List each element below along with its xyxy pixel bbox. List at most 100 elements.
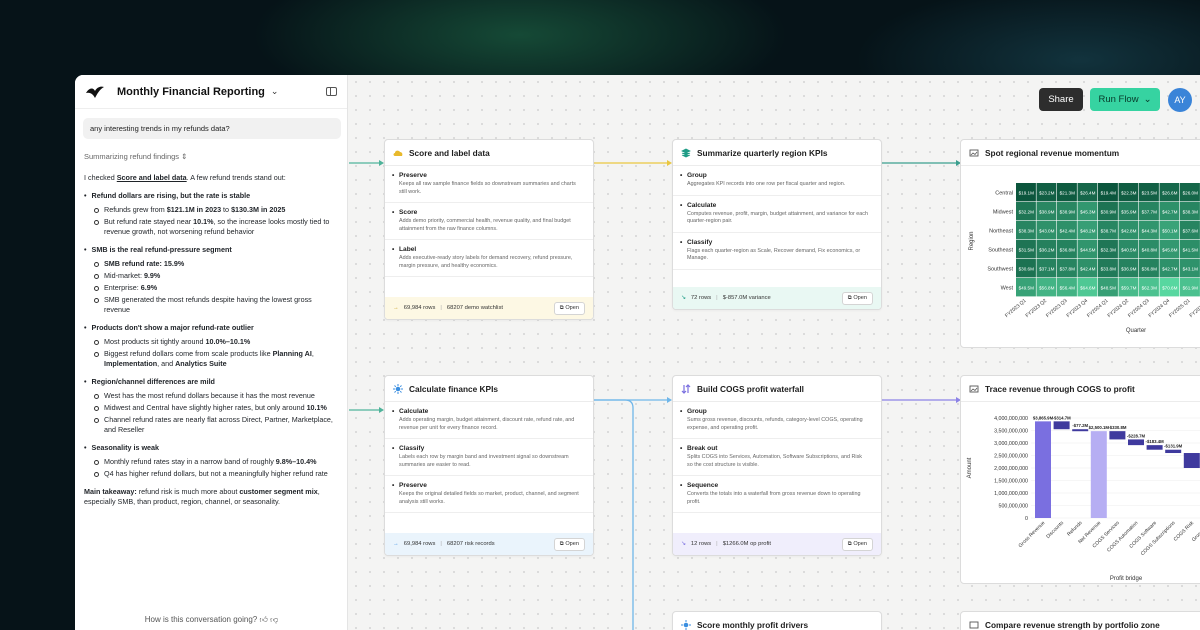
node-build-cogs-waterfall[interactable]: Build COGS profit waterfall GroupSums gr… (672, 375, 882, 556)
y-tick-label: 3,000,000,000 (994, 441, 1028, 447)
open-icon: ⧉ (559, 304, 564, 311)
y-tick-label: 2,500,000,000 (994, 454, 1028, 460)
heatmap-cell-label: $42.4M (1060, 229, 1075, 234)
heatmap-cell-label: $42.4M (1080, 267, 1095, 272)
heatmap-col-label: FY2024 Q2 (1107, 298, 1131, 319)
x-tick-label: Gross Revenue (1018, 520, 1047, 549)
y-tick-label: 1,500,000,000 (994, 479, 1028, 485)
node-step: GroupAggregates KPI records into one row… (673, 166, 881, 196)
heatmap-cell-label: $48.2M (1080, 229, 1095, 234)
heatmap-col-label: FY2023 Q2 (1025, 298, 1049, 319)
node-step: LabelAdds executive-ready story labels f… (385, 240, 593, 277)
heatmap-cell-label: $35.9M (1121, 210, 1136, 215)
chart-heatmap-node[interactable]: Spot regional revenue momentum Central $1… (960, 139, 1200, 348)
chart-header: Compare revenue strength by portfolio zo… (961, 612, 1200, 630)
heatmap-cell-label: $38.7M (1101, 229, 1116, 234)
node-step: ClassifyFlags each quarter-region as Sca… (673, 233, 881, 270)
waterfall-value-label: -$314.7M (1053, 415, 1072, 420)
y-axis-title: Region (969, 231, 975, 250)
heatmap-cell-label: $37.8M (1060, 267, 1075, 272)
x-axis-title: Profit bridge (1110, 576, 1143, 582)
heatmap-col-label: FY2023 Q1 (1004, 298, 1028, 319)
heatmap-cell-label: $37.1M (1039, 267, 1054, 272)
heatmap-row-label: West (1001, 286, 1014, 292)
y-tick-label: 1,000,000,000 (994, 491, 1028, 497)
heatmap-cell-label: $41.5M (1183, 248, 1198, 253)
chart-header: Trace revenue through COGS to profit (961, 376, 1200, 402)
heatmap-cell-label: $22.3M (1121, 191, 1136, 196)
heatmap-cell-label: $40.5M (1121, 248, 1136, 253)
heatmap-col-label: FY2025 Q2 (1189, 298, 1200, 319)
heatmap-cell-label: $36.8M (1060, 248, 1075, 253)
heatmap-cell-label: $48.5M (1101, 286, 1116, 291)
heatmap-cell-label: $38.9M (1060, 210, 1075, 215)
open-button[interactable]: ⧉ Open (841, 537, 873, 551)
heatmap-cell-label: $59.7M (1121, 286, 1136, 291)
y-axis-title: Amount (967, 457, 973, 478)
node-score-monthly-profit[interactable]: Score monthly profit drivers (672, 611, 882, 630)
chart-compare-node[interactable]: Compare revenue strength by portfolio zo… (960, 611, 1200, 630)
waterfall-value-label: -$330.8M (1108, 425, 1127, 430)
user-avatar[interactable]: AY (1168, 88, 1192, 112)
open-button[interactable]: ⧉ Open (553, 537, 585, 551)
waterfall-bar (1128, 439, 1144, 446)
heatmap-col-label: FY2024 Q3 (1127, 298, 1151, 319)
heatmap-cell-label: $50.1M (1162, 229, 1177, 234)
share-button[interactable]: Share (1039, 88, 1083, 111)
waterfall-value-label: -$228.7M (1127, 433, 1146, 438)
heatmap-cell-label: $26.0M (1183, 191, 1198, 196)
node-step: SequenceConverts the totals into a water… (673, 476, 881, 513)
y-tick-label: 0 (1025, 516, 1028, 522)
heatmap-cell-label: $43.0M (1039, 229, 1054, 234)
heatmap-cell-label: $44.3M (1142, 229, 1157, 234)
heatmap-chart: Central $19.1M $23.2M $21.3M $26.4M $19.4M $22… (969, 183, 1200, 334)
sparkle-icon (393, 383, 403, 394)
heatmap-cell-label: $42.8M (1121, 229, 1136, 234)
open-button[interactable]: ⧉ Open (553, 301, 585, 315)
node-step: CalculateComputes revenue, profit, margi… (673, 196, 881, 233)
waterfall-value-label: $2,500.1M (1089, 425, 1110, 430)
x-tick-label: Discounts (1045, 520, 1065, 540)
heatmap-cell-label: $64.6M (1080, 286, 1095, 291)
chart-waterfall-node[interactable]: Trace revenue through COGS to profit 4,0… (960, 375, 1200, 584)
run-flow-button[interactable]: Run Flow ⌄ (1090, 88, 1160, 111)
heatmap-cell-label: $62.3M (1142, 286, 1157, 291)
open-button[interactable]: ⧉ Open (841, 291, 873, 305)
waterfall-value-label: -$77.2M (1072, 423, 1088, 428)
connector-edge (594, 399, 634, 630)
waterfall-bar (1109, 431, 1126, 440)
node-footer: ↘ 72 rows | $-857.0M variance ⧉ Open (673, 287, 881, 309)
heatmap-row-label: Southeast (988, 248, 1013, 254)
node-step: CalculateAdds operating margin, budget a… (385, 402, 593, 439)
sparkle-icon (681, 620, 691, 630)
heatmap-cell-label: $70.6M (1162, 286, 1177, 291)
heatmap-cell-label: $36.2M (1039, 248, 1054, 253)
node-calculate-kpis[interactable]: Calculate finance KPIs CalculateAdds ope… (384, 375, 594, 556)
heatmap-cell-label: $30.6M (1019, 267, 1034, 272)
node-header: Score and label data (385, 140, 593, 166)
node-footer: → 69,984 rows | 68207 risk records ⧉ Open (385, 533, 593, 555)
heatmap-row-label: Southwest (987, 267, 1013, 273)
node-step: Break outSplits COGS into Services, Auto… (673, 439, 881, 476)
heatmap-cell-label: $32.2M (1019, 210, 1034, 215)
image-icon (969, 385, 979, 392)
y-tick-label: 3,500,000,000 (994, 429, 1028, 435)
heatmap-cell-label: $31.5M (1019, 248, 1034, 253)
heatmap-cell-label: $42.7M (1162, 267, 1177, 272)
heatmap-cell-label: $37.7M (1142, 210, 1157, 215)
node-score-and-label[interactable]: Score and label data PreserveKeeps all r… (384, 139, 594, 320)
layers-icon (681, 148, 691, 157)
heatmap-cell-label: $36.8M (1142, 267, 1157, 272)
heatmap-cell-label: $32.3M (1101, 248, 1116, 253)
node-header: Build COGS profit waterfall (673, 376, 881, 402)
heatmap-cell-label: $43.1M (1183, 267, 1198, 272)
arrow-icon: → (393, 305, 399, 311)
node-summarize-quarterly[interactable]: Summarize quarterly region KPIs GroupAgg… (672, 139, 882, 310)
waterfall-bar (1072, 429, 1089, 432)
heatmap-cell-label: $19.1M (1019, 191, 1034, 196)
x-tick-label: Refunds (1066, 520, 1084, 538)
waterfall-bar (1053, 421, 1070, 430)
heatmap-cell-label: $23.5M (1142, 191, 1157, 196)
node-header: Calculate finance KPIs (385, 376, 593, 402)
waterfall-value-label: -$183.4M (1146, 439, 1165, 444)
